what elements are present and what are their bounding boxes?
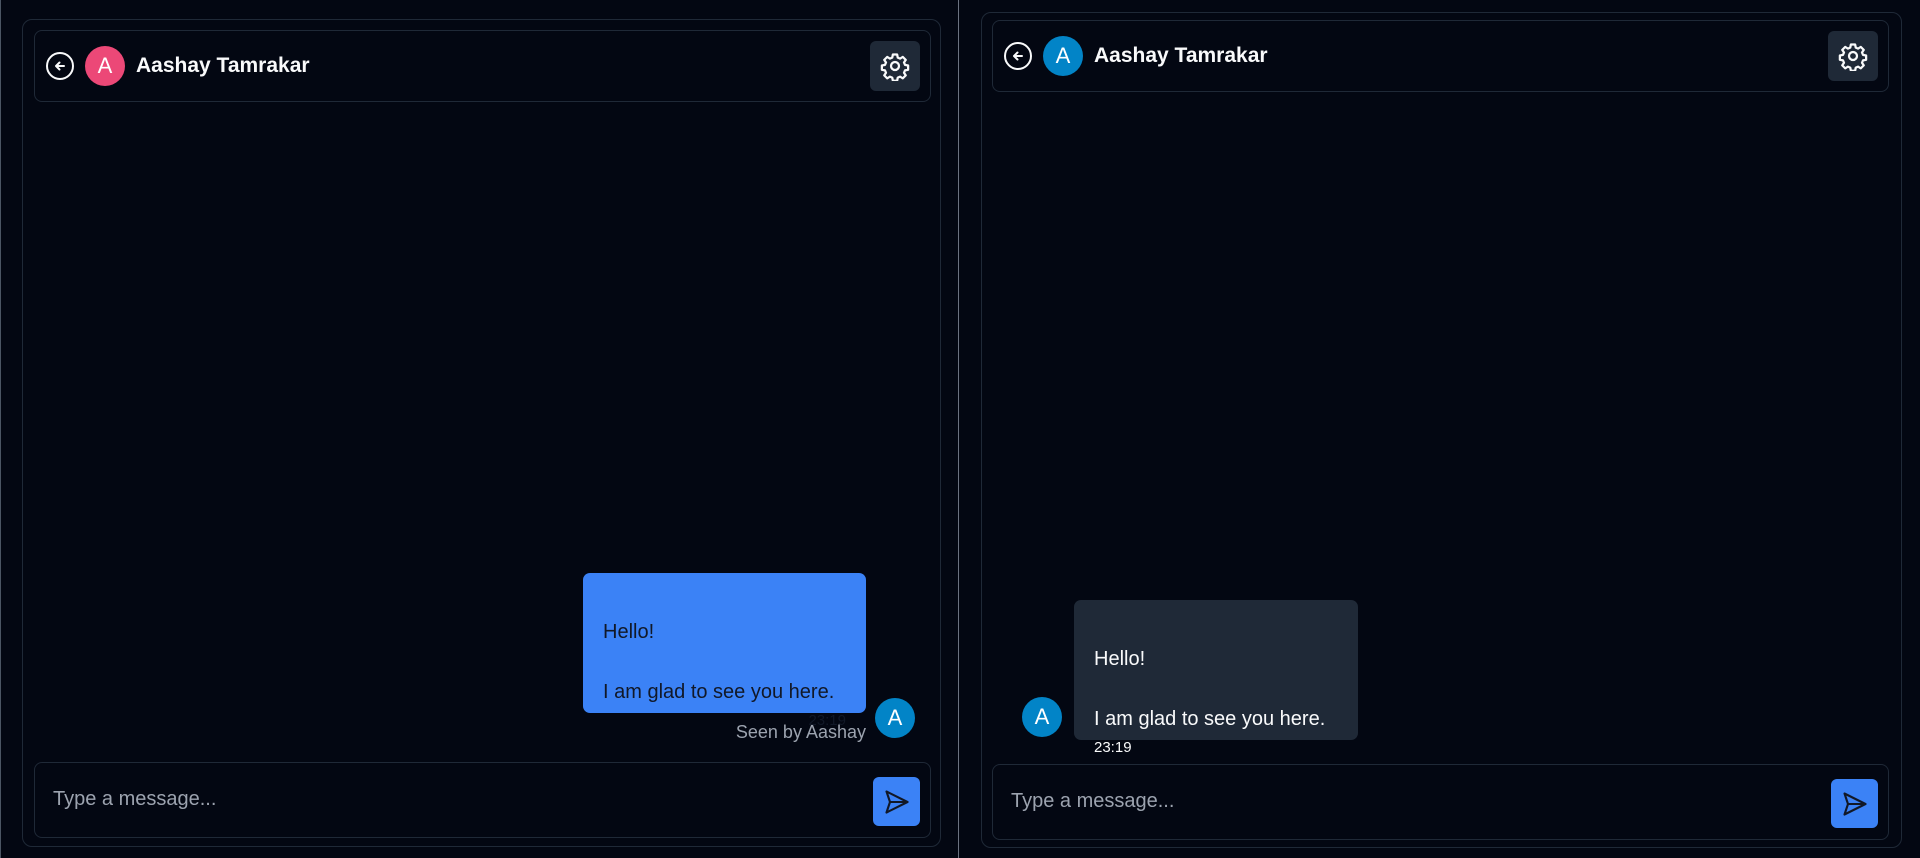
chat-header: A Aashay Tamrakar: [34, 30, 931, 102]
avatar-letter: A: [1034, 704, 1050, 729]
settings-button[interactable]: [870, 41, 920, 91]
message-avatar: A: [875, 698, 915, 738]
gear-icon: [880, 53, 910, 81]
chat-header: A Aashay Tamrakar: [992, 20, 1889, 92]
chat-container: A Aashay Tamrakar Hello! I am glad to se…: [22, 19, 941, 847]
contact-avatar[interactable]: A: [85, 46, 125, 86]
chat-window-left: A Aashay Tamrakar Hello! I am glad to se…: [0, 0, 958, 858]
message-avatar: A: [1022, 697, 1062, 737]
back-button[interactable]: [1004, 42, 1032, 70]
message-composer: [992, 764, 1889, 840]
message-bubble-sent: Hello! I am glad to see you here. 23:19: [583, 573, 866, 729]
avatar-letter: A: [97, 53, 113, 78]
arrow-left-icon: [55, 61, 65, 71]
send-button[interactable]: [873, 777, 920, 826]
message-bubble-received: Hello! I am glad to see you here. 23:19: [1074, 600, 1358, 756]
chat-window-right: A Aashay Tamrakar A Hello! I am glad to …: [958, 0, 1920, 858]
send-button[interactable]: [1831, 779, 1878, 828]
message-input[interactable]: [41, 771, 861, 827]
send-icon: [1842, 791, 1867, 816]
contact-name: Aashay Tamrakar: [136, 54, 310, 77]
back-button[interactable]: [46, 52, 74, 80]
gear-icon: [1838, 43, 1868, 71]
chat-container: A Aashay Tamrakar A Hello! I am glad to …: [981, 12, 1902, 848]
seen-status: Seen by Aashay: [735, 722, 866, 742]
contact-avatar[interactable]: A: [1043, 36, 1083, 76]
contact-name: Aashay Tamrakar: [1094, 44, 1268, 67]
message-input[interactable]: [999, 773, 1819, 829]
message-text: Hello! I am glad to see you here.: [1094, 648, 1326, 730]
app-root: A Aashay Tamrakar Hello! I am glad to se…: [0, 0, 1920, 858]
message-time: 23:19: [1094, 739, 1132, 756]
message-composer: [34, 762, 931, 838]
message-text: Hello! I am glad to see you here.: [603, 621, 835, 703]
send-icon: [884, 789, 909, 814]
settings-button[interactable]: [1828, 31, 1878, 81]
avatar-letter: A: [1055, 43, 1071, 68]
avatar-letter: A: [887, 705, 903, 730]
arrow-left-icon: [1013, 51, 1023, 61]
